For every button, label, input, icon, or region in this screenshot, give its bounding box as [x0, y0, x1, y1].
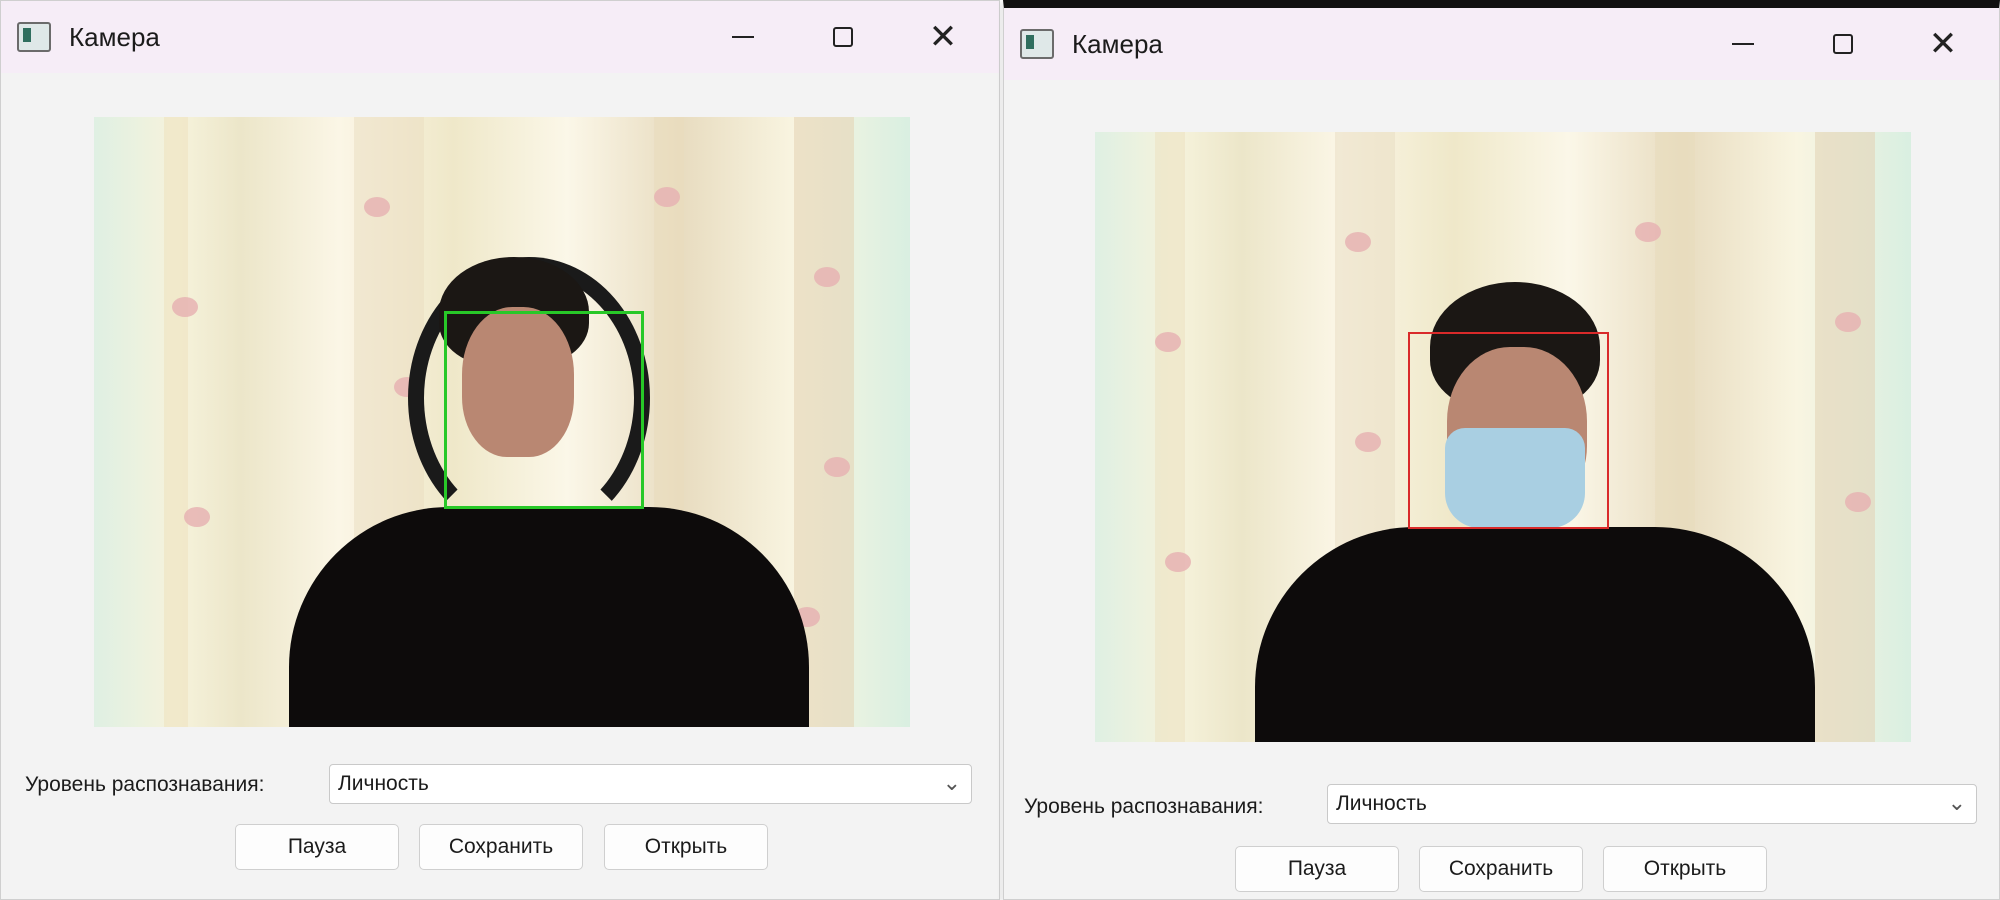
open-button[interactable]: Открыть — [1603, 846, 1767, 892]
camera-feed — [1095, 132, 1911, 742]
close-button[interactable]: ✕ — [893, 1, 993, 73]
recognition-level-value: Личность — [1336, 792, 1427, 815]
face-detection-box — [444, 311, 644, 509]
recognition-level-select[interactable]: Личность ⌄ — [1327, 784, 1977, 824]
minimize-button[interactable] — [1693, 8, 1793, 80]
save-button[interactable]: Сохранить — [1419, 846, 1583, 892]
chevron-down-icon: ⌄ — [942, 771, 961, 796]
recognition-level-value: Личность — [338, 772, 429, 795]
camera-window-left: Камера ✕ Уровень распознавания: Личность — [0, 0, 1000, 900]
close-icon: ✕ — [1928, 24, 1958, 64]
chevron-down-icon: ⌄ — [1947, 791, 1966, 816]
maximize-button[interactable] — [793, 1, 893, 73]
face-detection-box — [1408, 332, 1609, 529]
minimize-icon — [1732, 43, 1754, 45]
close-button[interactable]: ✕ — [1893, 8, 1993, 80]
open-button[interactable]: Открыть — [604, 824, 768, 870]
title-bar[interactable]: Камера ✕ — [1, 1, 999, 73]
window-title: Камера — [1072, 28, 1163, 59]
recognition-level-label: Уровень распознавания: — [25, 773, 265, 796]
camera-feed — [94, 117, 910, 727]
minimize-icon — [732, 36, 754, 38]
save-button[interactable]: Сохранить — [419, 824, 583, 870]
maximize-button[interactable] — [1793, 8, 1893, 80]
pause-button[interactable]: Пауза — [235, 824, 399, 870]
recognition-level-label: Уровень распознавания: — [1024, 795, 1264, 818]
camera-app-icon — [1020, 29, 1054, 59]
close-icon: ✕ — [928, 17, 958, 57]
maximize-icon — [1833, 34, 1853, 54]
pause-button[interactable]: Пауза — [1235, 846, 1399, 892]
camera-app-icon — [17, 22, 51, 52]
camera-window-right: Камера ✕ Уровень распознавания: Личность… — [1003, 0, 2000, 900]
recognition-level-select[interactable]: Личность ⌄ — [329, 764, 972, 804]
title-bar[interactable]: Камера ✕ — [1004, 8, 1999, 80]
maximize-icon — [833, 27, 853, 47]
window-title: Камера — [69, 21, 160, 52]
minimize-button[interactable] — [693, 1, 793, 73]
